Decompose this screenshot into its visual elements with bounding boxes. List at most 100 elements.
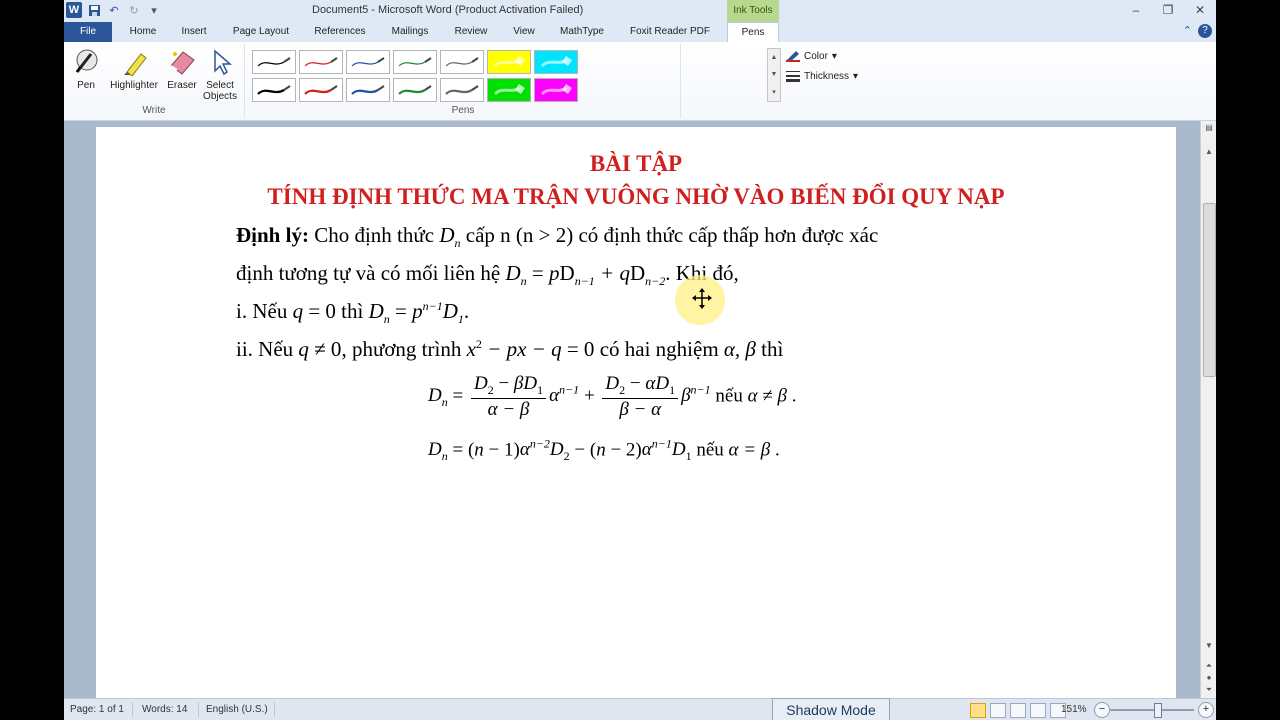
tab-pens[interactable]: Pens	[727, 22, 779, 43]
pen-preset-1-1[interactable]	[252, 50, 296, 74]
gallery-scroll[interactable]: ▲ ▼ ▾	[767, 48, 781, 102]
word-logo-icon[interactable]: W	[66, 2, 82, 18]
zoom-in-button[interactable]: +	[1198, 702, 1214, 718]
case-i-mid: thì	[335, 299, 369, 323]
help-icon[interactable]: ?	[1198, 24, 1212, 38]
pen-preset-1-5[interactable]	[440, 50, 484, 74]
pen-preset-1-6[interactable]	[487, 50, 531, 74]
pen-preset-1-7[interactable]	[534, 50, 578, 74]
status-divider	[132, 702, 133, 717]
math-q-zero: q = 0	[292, 299, 336, 323]
thickness-icon	[786, 71, 800, 82]
document-subtitle: TÍNH ĐỊNH THỨC MA TRẬN VUÔNG NHỜ VÀO BIẾ…	[267, 184, 1005, 209]
print-layout-view-icon[interactable]	[970, 703, 986, 718]
select-objects-button[interactable]: Select Objects	[200, 48, 240, 102]
pen-preset-2-6[interactable]	[487, 78, 531, 102]
tab-foxit-reader-pdf[interactable]: Foxit Reader PDF	[620, 22, 720, 42]
web-layout-view-icon[interactable]	[1010, 703, 1026, 718]
prev-page-icon[interactable]: ⏶	[1201, 661, 1216, 671]
close-button[interactable]: ✕	[1184, 0, 1216, 20]
zoom-slider-knob[interactable]	[1154, 703, 1162, 718]
pen-preset-1-3[interactable]	[346, 50, 390, 74]
language[interactable]: English (U.S.)	[206, 704, 268, 715]
status-bar: Page: 1 of 1 Words: 14 English (U.S.) Sh…	[64, 698, 1216, 720]
document-page[interactable]: BÀI TẬP TÍNH ĐỊNH THỨC MA TRẬN VUÔNG NHỜ…	[96, 127, 1176, 698]
tab-home[interactable]: Home	[120, 22, 166, 42]
case-ii-prefix: ii. Nếu	[236, 337, 299, 361]
pen-preset-2-2[interactable]	[299, 78, 343, 102]
math-dn-p: Dn = pn−1D1	[368, 299, 464, 327]
thickness-button[interactable]: Thickness ▾	[786, 70, 858, 82]
tab-references[interactable]: References	[307, 22, 373, 42]
tab-view[interactable]: View	[504, 22, 544, 42]
pen-preset-2-1[interactable]	[252, 78, 296, 102]
select-objects-label: Select Objects	[203, 80, 237, 102]
formula-distinct-roots: Dn = D2 − βD1 α − β αn−1 + D2 − αD1 β − α βn…	[428, 373, 797, 420]
tab-mailings[interactable]: Mailings	[382, 22, 438, 42]
pens-group-label: Pens	[451, 105, 475, 116]
scroll-up-icon[interactable]: ▲	[1201, 147, 1216, 156]
eraser-label: Eraser	[167, 80, 197, 91]
zoom-level[interactable]: 151%	[1061, 704, 1087, 715]
redo-icon[interactable]: ↻	[126, 2, 142, 18]
theorem-text-2: định tương tự và có mối liên hệ	[236, 261, 506, 285]
highlighter-button[interactable]: Highlighter	[108, 48, 160, 91]
quick-access-toolbar: W ↶ ↻ ▾	[66, 2, 162, 18]
status-divider	[198, 702, 199, 717]
restore-button[interactable]: ❐	[1152, 0, 1184, 20]
case-ii-line: ii. Nếu q ≠ 0, phương trình x2 − px − q …	[236, 337, 783, 362]
tab-insert[interactable]: Insert	[172, 22, 216, 42]
eraser-button[interactable]: Eraser	[162, 48, 202, 91]
case-i-prefix: i. Nếu	[236, 299, 293, 323]
math-roots: α, β	[723, 337, 756, 361]
customize-qat-icon[interactable]: ▾	[146, 2, 162, 18]
browse-object-icon[interactable]: ●	[1201, 673, 1216, 682]
word-count[interactable]: Words: 14	[142, 704, 187, 715]
title-bar: W ↶ ↻ ▾ Document5 - Microsoft Word (Prod…	[64, 0, 1216, 23]
ruler-toggle-icon[interactable]: ▤	[1201, 123, 1216, 132]
page-count[interactable]: Page: 1 of 1	[70, 704, 124, 715]
gallery-more-icon[interactable]: ▾	[772, 88, 776, 96]
select-objects-icon	[204, 48, 236, 76]
eraser-icon	[166, 48, 198, 76]
ribbon-right-controls: ⌃ ?	[1183, 24, 1212, 38]
shadow-mode-button[interactable]: Shadow Mode	[772, 698, 890, 720]
pen-preset-2-7[interactable]	[534, 78, 578, 102]
scroll-thumb[interactable]	[1203, 203, 1216, 377]
pen-preset-1-2[interactable]	[299, 50, 343, 74]
vertical-scrollbar[interactable]: ▤ ▲ ▼ ⏶ ● ⏷	[1200, 121, 1216, 698]
gallery-up-arrow-icon[interactable]: ▲	[771, 54, 778, 61]
outline-view-icon[interactable]	[1030, 703, 1046, 718]
color-label: Color	[804, 50, 828, 62]
tab-file[interactable]: File	[64, 22, 112, 42]
math-dn: Dn	[439, 223, 461, 251]
write-group-label: Write	[142, 105, 166, 116]
eq1-tail: nếu	[710, 385, 748, 407]
document-area: BÀI TẬP TÍNH ĐỊNH THỨC MA TRẬN VUÔNG NHỜ…	[64, 121, 1200, 698]
eq2-tail: nếu	[691, 439, 729, 461]
minimize-ribbon-icon[interactable]: ⌃	[1183, 24, 1192, 38]
write-group: Pen Highlighter Eraser Select Objects Wr…	[64, 44, 245, 118]
pen-button[interactable]: Pen	[66, 48, 106, 91]
pen-preset-2-5[interactable]	[440, 78, 484, 102]
tab-page-layout[interactable]: Page Layout	[224, 22, 298, 42]
color-icon	[786, 51, 800, 62]
pen-icon	[70, 48, 102, 76]
save-icon[interactable]	[86, 2, 102, 18]
full-screen-view-icon[interactable]	[990, 703, 1006, 718]
zoom-slider[interactable]	[1110, 709, 1194, 711]
next-page-icon[interactable]: ⏷	[1201, 685, 1216, 695]
pen-preset-2-3[interactable]	[346, 78, 390, 102]
pen-preset-2-4[interactable]	[393, 78, 437, 102]
undo-icon[interactable]: ↶	[106, 2, 122, 18]
tab-review[interactable]: Review	[447, 22, 495, 42]
pen-preset-1-4[interactable]	[393, 50, 437, 74]
gallery-down-arrow-icon[interactable]: ▼	[771, 71, 778, 78]
color-button[interactable]: Color ▾	[786, 50, 837, 62]
zoom-out-button[interactable]: −	[1094, 702, 1110, 718]
theorem-line-1: Định lý: Cho định thức Dn cấp n (n > 2) …	[236, 223, 878, 251]
minimize-button[interactable]: –	[1120, 0, 1152, 20]
document-title: BÀI TẬP	[589, 151, 683, 176]
tab-mathtype[interactable]: MathType	[552, 22, 612, 42]
scroll-down-icon[interactable]: ▼	[1201, 641, 1216, 650]
